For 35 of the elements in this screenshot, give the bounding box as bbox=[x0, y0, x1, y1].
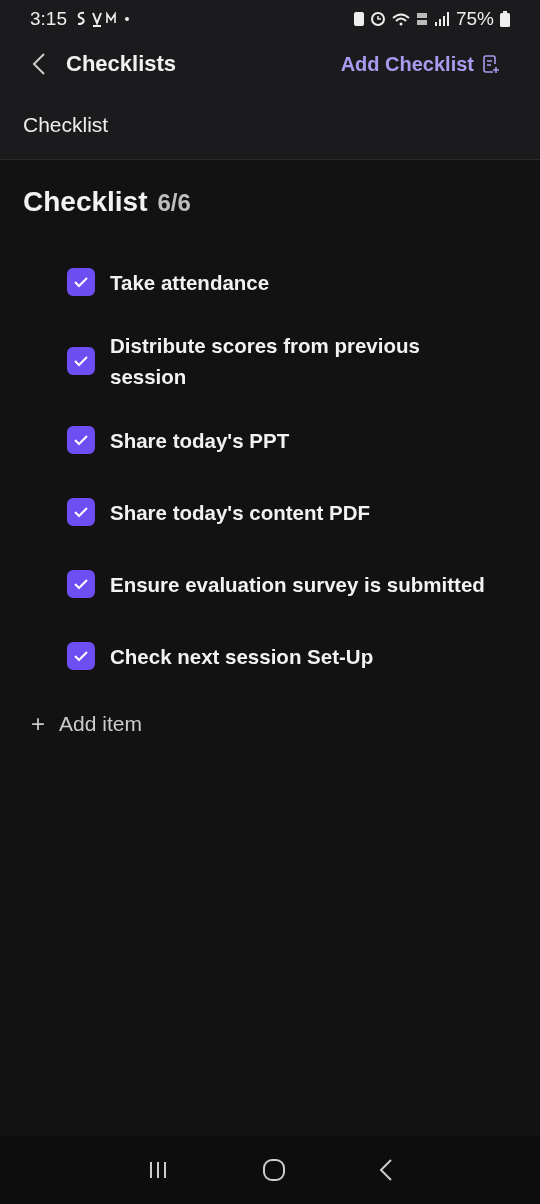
back-icon[interactable] bbox=[32, 52, 46, 76]
check-icon bbox=[73, 506, 89, 518]
page-title: Checklists bbox=[66, 51, 177, 77]
battery-percent: 75% bbox=[455, 8, 494, 30]
add-document-icon bbox=[482, 54, 500, 74]
check-icon bbox=[73, 578, 89, 590]
check-icon bbox=[73, 650, 89, 662]
checkbox[interactable] bbox=[67, 426, 95, 454]
item-label: Check next session Set-Up bbox=[110, 643, 374, 670]
item-label: Distribute scores from previous session bbox=[110, 333, 421, 390]
item-label: Share today's content PDF bbox=[110, 499, 371, 526]
checklist-title: Checklist bbox=[23, 186, 148, 218]
back-icon[interactable] bbox=[379, 1158, 394, 1182]
battery-icon bbox=[500, 11, 510, 27]
add-checklist-button[interactable]: Add Checklist bbox=[340, 52, 500, 76]
item-label: Share today's PPT bbox=[110, 427, 290, 454]
item-label: Take attendance bbox=[110, 269, 270, 296]
checklist-count: 6/6 bbox=[157, 189, 191, 217]
check-icon bbox=[73, 355, 89, 367]
check-icon bbox=[73, 434, 89, 446]
checkbox[interactable] bbox=[67, 347, 95, 375]
status-time: 3:15 bbox=[30, 8, 67, 30]
checkbox[interactable] bbox=[67, 498, 95, 526]
signal-icon bbox=[433, 12, 450, 26]
alarm-icon bbox=[369, 11, 386, 27]
check-icon bbox=[73, 276, 89, 288]
section-tab[interactable]: Checklist bbox=[23, 112, 109, 137]
checkbox[interactable] bbox=[67, 570, 95, 598]
checkbox[interactable] bbox=[67, 642, 95, 670]
home-icon[interactable] bbox=[262, 1158, 286, 1182]
wifi-icon bbox=[391, 12, 410, 26]
add-item-button[interactable]: + Add item bbox=[23, 710, 142, 738]
item-label: Ensure evaluation survey is submitted bbox=[110, 571, 485, 598]
battery-saver-icon bbox=[353, 12, 364, 26]
checkbox[interactable] bbox=[67, 268, 95, 296]
